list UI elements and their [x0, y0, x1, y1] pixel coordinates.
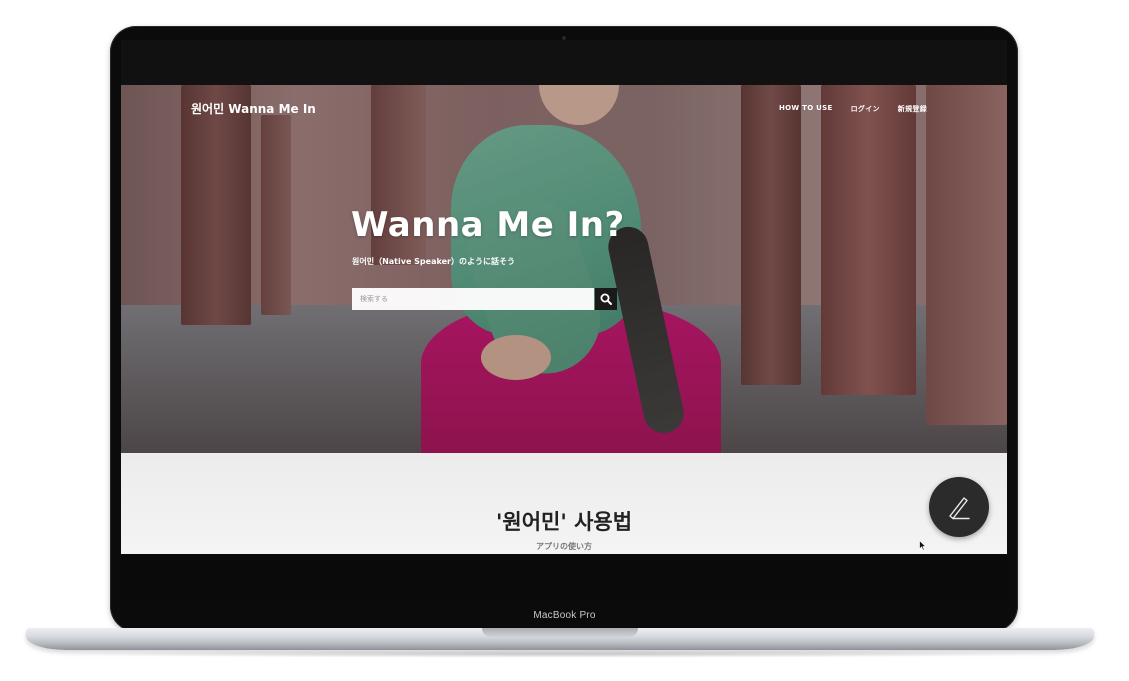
- search-icon: [600, 293, 612, 305]
- nav-how-to-use[interactable]: HOW TO USE: [779, 104, 833, 114]
- nav-menu: HOW TO USE ログイン 新規登録: [779, 104, 927, 114]
- mouse-cursor-icon: [919, 540, 927, 551]
- laptop-notch: [482, 628, 638, 637]
- how-to-use-subtitle: アプリの使い方: [536, 542, 592, 551]
- screen-bottom-bar: [121, 554, 1007, 600]
- how-to-use-title: '원어민' 사용법: [495, 510, 633, 534]
- device-label: MacBook Pro: [533, 610, 596, 621]
- screen-top-bar: [121, 40, 1007, 85]
- search-button[interactable]: [595, 288, 617, 310]
- hero-background-image: [121, 85, 1007, 453]
- pencil-icon: [949, 497, 970, 520]
- hero-subtitle: 원어민（Native Speaker）のように話そう: [352, 257, 515, 266]
- how-to-use-section: [121, 453, 1007, 554]
- write-fab-button[interactable]: [929, 477, 989, 537]
- site-brand[interactable]: 원어민 Wanna Me In: [191, 100, 316, 117]
- search-input[interactable]: [352, 288, 594, 310]
- laptop-screen: 원어민 Wanna Me In HOW TO USE ログイン 新規登録 Wan…: [121, 40, 1007, 600]
- nav-login[interactable]: ログイン: [851, 104, 880, 114]
- hero-section: 원어민 Wanna Me In HOW TO USE ログイン 新規登録 Wan…: [121, 85, 1007, 453]
- hero-title: Wanna Me In?: [351, 205, 625, 245]
- nav-signup[interactable]: 新規登録: [898, 104, 927, 114]
